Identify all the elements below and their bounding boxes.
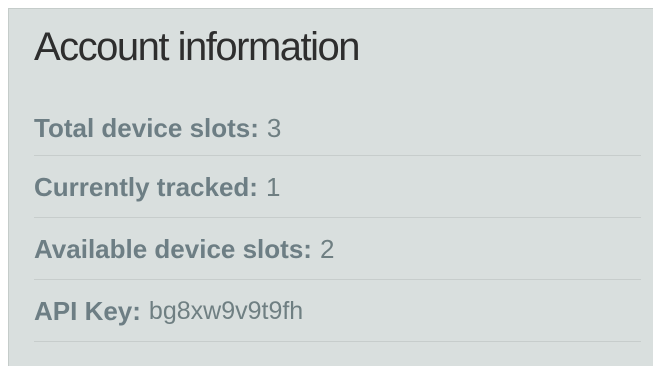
available-device-slots-row: Available device slots: 2 xyxy=(34,218,641,280)
total-device-slots-value: 3 xyxy=(266,112,282,143)
currently-tracked-row: Currently tracked: 1 xyxy=(34,156,641,218)
available-device-slots-label: Available device slots: xyxy=(34,234,312,264)
account-information-panel: Account information Total device slots: … xyxy=(8,8,653,366)
page-title: Account information xyxy=(34,25,361,69)
api-key-value[interactable]: bg8xw9v9t9fh xyxy=(149,297,303,326)
total-device-slots-label: Total device slots: xyxy=(34,112,259,143)
available-device-slots-value: 2 xyxy=(319,234,335,264)
currently-tracked-value: 1 xyxy=(265,172,281,202)
api-key-row: API Key: bg8xw9v9t9fh xyxy=(34,280,641,342)
account-details-list: Total device slots: 3 Currently tracked:… xyxy=(34,99,641,342)
api-key-label: API Key: xyxy=(34,296,141,326)
total-device-slots-row: Total device slots: 3 xyxy=(34,99,641,156)
currently-tracked-label: Currently tracked: xyxy=(34,172,258,202)
